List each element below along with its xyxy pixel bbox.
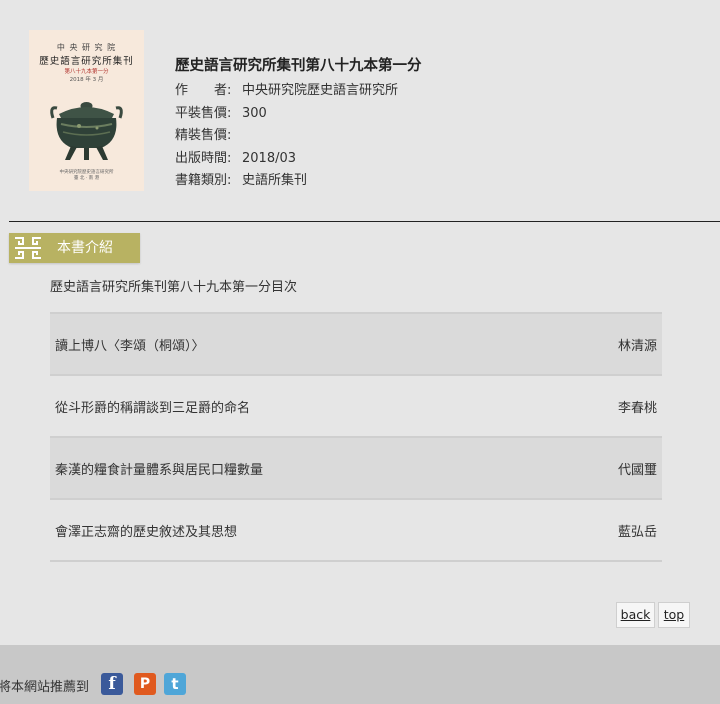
cover-line-3: 第八十九本第一分 [64,69,109,75]
toc-row: 從斗形爵的稱謂談到三足爵的命名 李春桃 [50,376,662,438]
divider-line [9,221,720,222]
detail-value: 史語所集刊 [242,173,308,188]
toc-article-author: 李春桃 [617,401,657,416]
toc-article-title: 從斗形爵的稱謂談到三足爵的命名 [55,401,251,416]
detail-hardcover-price: 精裝售價: [175,125,422,148]
detail-label: 書籍類別: [175,173,232,188]
section-title: 本書介紹 [57,240,113,256]
detail-value: 300 [242,105,267,121]
facebook-icon[interactable]: f [101,673,123,695]
toc-row: 會澤正志齋的歷史敘述及其思想 藍弘岳 [50,500,662,562]
toc-row: 讀上博八〈李頌（桐頌）〉 林清源 [50,314,662,376]
detail-author: 作 者: 中央研究院歷史語言研究所 [175,80,422,103]
toc-row: 秦漢的糧食計量體系與居民口糧數量 代國璽 [50,438,662,500]
detail-label: 精裝售價: [175,128,232,143]
cover-line-1: 中 央 研 究 院 [56,43,117,52]
twitter-icon[interactable]: t [164,673,186,695]
detail-category: 書籍類別: 史語所集刊 [175,170,422,193]
ornament-icon [15,237,41,259]
book-cover-image: 中 央 研 究 院 歷史語言研究所集刊 第八十九本第一分 2018 年 3 月 … [29,30,144,191]
table-of-contents: 讀上博八〈李頌（桐頌）〉 林清源 從斗形爵的稱謂談到三足爵的命名 李春桃 秦漢的… [50,312,662,562]
detail-publish-date: 出版時間: 2018/03 [175,148,422,171]
contents-heading: 歷史語言研究所集刊第八十九本第一分目次 [50,280,298,295]
toc-article-author: 藍弘岳 [617,525,657,540]
toc-article-title: 秦漢的糧食計量體系與居民口糧數量 [55,463,264,478]
toc-article-title: 會澤正志齋的歷史敘述及其思想 [55,525,238,540]
detail-value: 2018/03 [242,150,297,166]
book-title: 歷史語言研究所集刊第八十九本第一分 [175,58,422,74]
cover-line-4: 2018 年 3 月 [69,77,104,83]
detail-value: 中央研究院歷史語言研究所 [242,83,399,98]
bronze-vessel-icon [50,102,123,160]
plurk-icon[interactable]: P [134,673,156,695]
cover-line-2: 歷史語言研究所集刊 [39,56,134,67]
detail-label: 平裝售價: [175,105,232,121]
back-button[interactable]: back [616,602,655,628]
toc-article-author: 代國璽 [617,463,657,478]
toc-article-title: 讀上博八〈李頌（桐頌）〉 [55,339,205,354]
detail-label: 出版時間: [175,150,232,166]
toc-article-author: 林清源 [617,339,657,354]
top-button[interactable]: top [658,602,690,628]
book-info: 歷史語言研究所集刊第八十九本第一分 作 者: 中央研究院歷史語言研究所 平裝售價:… [175,54,422,193]
recommend-label: 將本網站推薦到 [0,680,90,695]
section-header-book-intro: 本書介紹 [9,233,140,263]
detail-label: 作 者: [175,83,232,98]
detail-paperback-price: 平裝售價: 300 [175,103,422,126]
cover-line-6: 臺 北 · 南 港 [73,176,100,181]
